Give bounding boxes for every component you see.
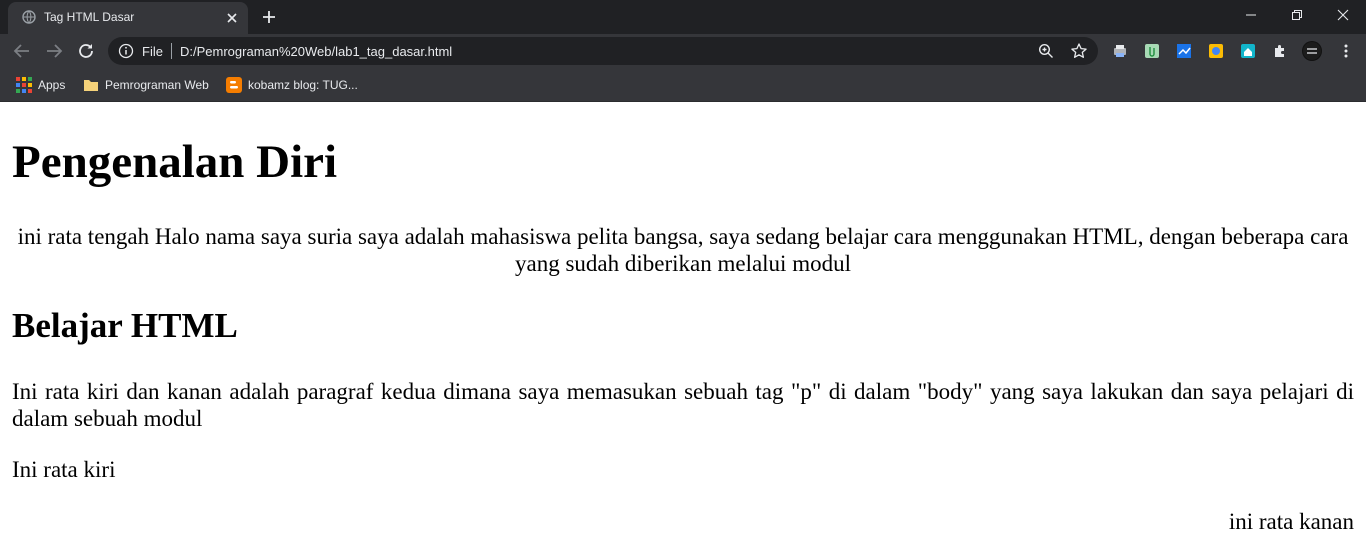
bookmark-label: Apps bbox=[38, 78, 66, 92]
bookmark-pemrograman-web[interactable]: Pemrograman Web bbox=[83, 77, 213, 93]
forward-button[interactable] bbox=[43, 40, 65, 62]
url-text[interactable]: D:/Pemrograman%20Web/lab1_tag_dasar.html bbox=[180, 44, 452, 59]
tab-close-icon[interactable] bbox=[223, 9, 241, 27]
blogger-icon bbox=[226, 77, 242, 93]
minimize-button[interactable] bbox=[1228, 0, 1274, 30]
extension-clip-icon[interactable] bbox=[1144, 43, 1160, 59]
extension-chart-icon[interactable] bbox=[1176, 43, 1192, 59]
extension-home-icon[interactable] bbox=[1240, 43, 1256, 59]
bookmark-apps[interactable]: Apps bbox=[16, 77, 76, 93]
tab-strip: Tag HTML Dasar bbox=[0, 0, 1366, 34]
globe-icon bbox=[22, 10, 36, 24]
apps-grid-icon bbox=[16, 77, 32, 93]
bookmark-kobamz-blog[interactable]: kobamz blog: TUG... bbox=[226, 77, 361, 93]
bookmark-label: Pemrograman Web bbox=[105, 78, 209, 92]
page-heading: Pengenalan Diri bbox=[12, 136, 338, 188]
zoom-icon[interactable] bbox=[1038, 43, 1054, 59]
profile-avatar[interactable] bbox=[1302, 41, 1322, 61]
omnibox-divider bbox=[171, 43, 172, 59]
bookmark-label: kobamz blog: TUG... bbox=[248, 78, 358, 92]
bookmark-star-icon[interactable] bbox=[1070, 42, 1088, 60]
paragraph-justified: Ini rata kiri dan kanan adalah paragraf … bbox=[12, 379, 1354, 431]
back-button[interactable] bbox=[11, 40, 33, 62]
file-scheme-label: File bbox=[142, 44, 163, 59]
browser-tab[interactable]: Tag HTML Dasar bbox=[8, 2, 248, 34]
extensions-puzzle-icon[interactable] bbox=[1272, 43, 1288, 59]
info-icon[interactable] bbox=[118, 43, 134, 59]
extension-photo-icon[interactable] bbox=[1208, 43, 1224, 59]
page-content: Pengenalan Diri ini rata tengah Halo nam… bbox=[0, 102, 1366, 552]
new-tab-button[interactable] bbox=[259, 7, 279, 27]
menu-kebab-icon[interactable] bbox=[1338, 43, 1354, 59]
paragraph-centered: ini rata tengah Halo nama saya suria say… bbox=[17, 224, 1349, 276]
browser-toolbar: File D:/Pemrograman%20Web/lab1_tag_dasar… bbox=[0, 34, 1366, 68]
close-window-button[interactable] bbox=[1320, 0, 1366, 30]
extension-printer-icon[interactable] bbox=[1112, 43, 1128, 59]
tab-title: Tag HTML Dasar bbox=[44, 10, 135, 24]
bookmarks-bar: Apps Pemrograman Web kobamz blog: TUG... bbox=[0, 68, 1366, 102]
address-bar[interactable]: File D:/Pemrograman%20Web/lab1_tag_dasar… bbox=[108, 37, 1098, 65]
paragraph-left: Ini rata kiri bbox=[12, 457, 116, 482]
reload-button[interactable] bbox=[75, 40, 97, 62]
section-heading: Belajar HTML bbox=[12, 306, 238, 345]
restore-button[interactable] bbox=[1274, 0, 1320, 30]
folder-icon bbox=[83, 77, 99, 93]
paragraph-right: ini rata kanan bbox=[1228, 509, 1354, 534]
